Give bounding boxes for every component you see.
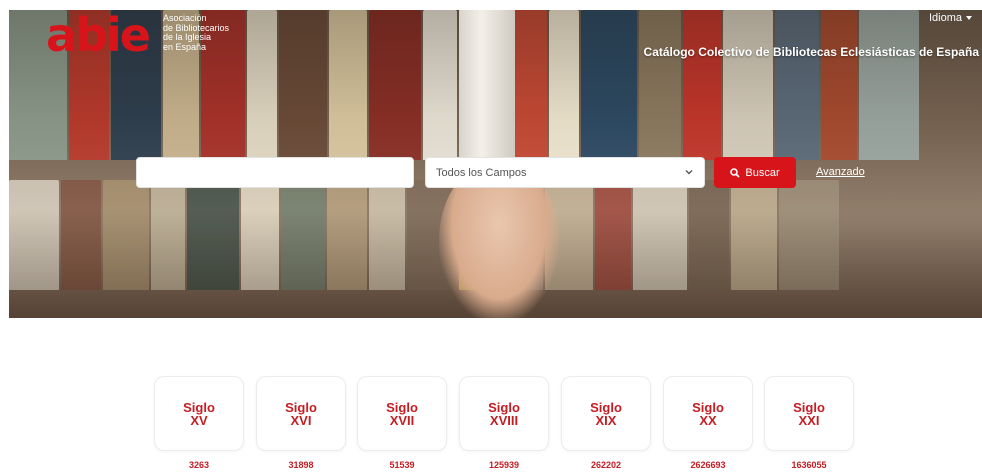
century-card-line1: Siglo: [183, 399, 215, 415]
logo-line: en España: [162, 41, 206, 52]
century-card-line2: XIX: [595, 412, 617, 428]
century-card-line2: XXI: [798, 412, 820, 428]
century-card-line1: Siglo: [285, 399, 317, 415]
century-card-line1: Siglo: [692, 399, 724, 415]
century-count: 125939: [488, 460, 520, 470]
century-card-line2: XV: [190, 412, 208, 428]
century-card-line2: XVII: [389, 412, 415, 428]
language-label: Idioma: [928, 12, 962, 24]
search-button[interactable]: Buscar: [714, 157, 796, 188]
logo-mark: abie: [46, 8, 151, 62]
advanced-search-link[interactable]: Avanzado: [816, 166, 865, 178]
century-card-xvii[interactable]: Siglo XVII: [357, 376, 447, 451]
language-dropdown[interactable]: Idioma: [929, 12, 972, 24]
century-card-xv[interactable]: Siglo XV: [154, 376, 244, 451]
caret-down-icon: [966, 16, 972, 20]
catalog-title: Catálogo Colectivo de Bibliotecas Eclesi…: [643, 45, 979, 59]
century-card-line2: XVIII: [489, 412, 519, 428]
chevron-down-icon: [685, 170, 693, 175]
century-card-xxi[interactable]: Siglo XXI: [764, 376, 854, 451]
logo-subtitle: Asociación de Bibliotecarios de la Igles…: [162, 13, 229, 52]
century-card-line2: XVI: [290, 412, 312, 428]
century-count: 31898: [288, 460, 314, 470]
search-input[interactable]: [136, 157, 414, 188]
century-count: 262202: [590, 460, 622, 470]
century-count: 2626693: [690, 460, 726, 470]
century-card-line2: XX: [699, 412, 717, 428]
century-card-line1: Siglo: [488, 399, 520, 415]
century-card-xx[interactable]: Siglo XX: [663, 376, 753, 451]
century-card-line1: Siglo: [590, 399, 622, 415]
search-field-selected: Todos los Campos: [436, 166, 527, 179]
century-count: 51539: [389, 460, 415, 470]
century-count: 3263: [188, 460, 210, 470]
century-card-line1: Siglo: [793, 399, 825, 415]
century-card-xix[interactable]: Siglo XIX: [561, 376, 651, 451]
search-icon: [730, 167, 741, 178]
century-card-xviii[interactable]: Siglo XVIII: [459, 376, 549, 451]
century-card-line1: Siglo: [386, 399, 418, 415]
search-button-label: Buscar: [745, 166, 780, 179]
abie-logo[interactable]: abie Asociación de Bibliotecarios de la …: [46, 8, 229, 62]
search-field-select[interactable]: Todos los Campos: [425, 157, 705, 188]
century-card-xvi[interactable]: Siglo XVI: [256, 376, 346, 451]
century-count: 1636055: [791, 460, 827, 470]
